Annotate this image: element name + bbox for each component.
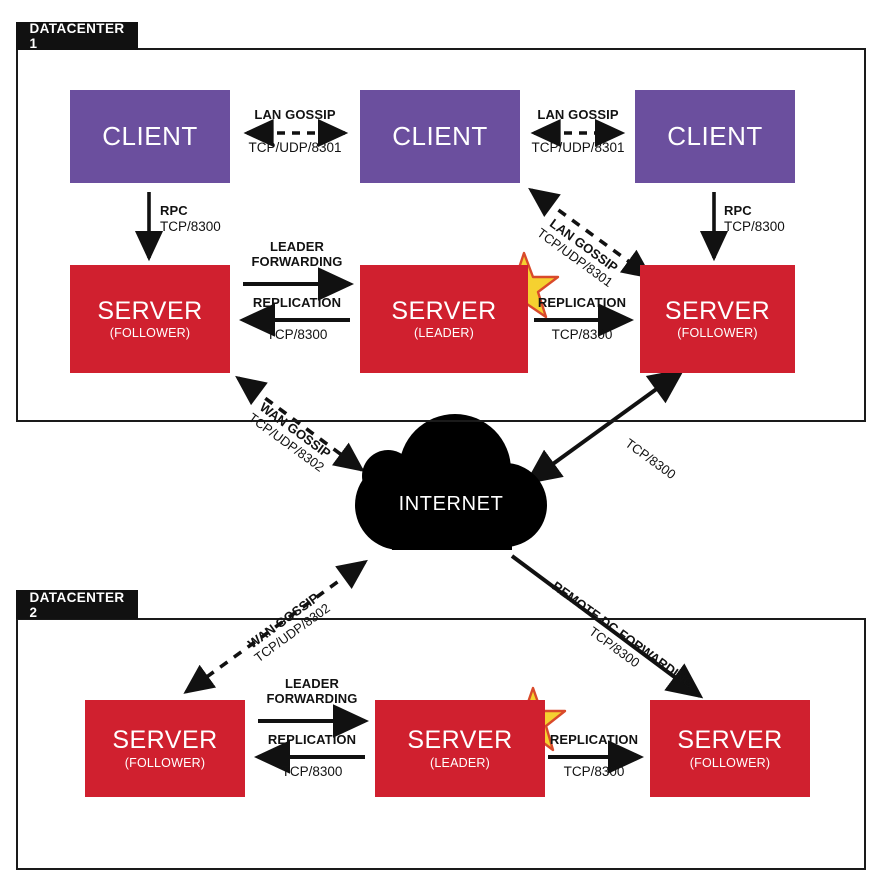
edge-name-line-1: LEADER bbox=[269, 239, 325, 254]
edge-name: LAN GOSSIP bbox=[537, 107, 619, 122]
edge-name: REPLICATION bbox=[267, 732, 357, 747]
node-dc1-client-2[interactable]: CLIENT bbox=[360, 90, 520, 183]
node-subtitle: (FOLLOWER) bbox=[677, 326, 758, 341]
label-dc1-replication-left-port: TCP/8300 bbox=[232, 327, 362, 342]
label-dc1-rpc-left: RPC TCP/8300 bbox=[160, 203, 250, 234]
label-dc1-rpc-right: RPC TCP/8300 bbox=[724, 203, 814, 234]
label-dc2-replication-right: REPLICATION bbox=[531, 732, 657, 748]
edge-port: TCP/8300 bbox=[266, 327, 328, 342]
edge-name: RPC bbox=[160, 203, 188, 218]
label-dc2-replication-left: REPLICATION bbox=[247, 732, 377, 748]
diagram-canvas: DATACENTER 1 DATACENTER 2 CLIENT CLIENT … bbox=[0, 0, 885, 889]
node-title: SERVER bbox=[664, 296, 771, 325]
node-title: SERVER bbox=[97, 296, 203, 325]
node-dc2-server-follower-left[interactable]: SERVER (FOLLOWER) bbox=[85, 700, 245, 797]
edge-name: LAN GOSSIP bbox=[254, 107, 336, 122]
node-title: SERVER bbox=[112, 726, 218, 755]
label-dc2-leader-forwarding: LEADER FORWARDING bbox=[247, 676, 377, 706]
node-dc1-client-1[interactable]: CLIENT bbox=[70, 90, 230, 183]
node-dc1-server-leader[interactable]: SERVER (LEADER) bbox=[360, 265, 528, 373]
label-dc2-replication-left-port: TCP/8300 bbox=[247, 764, 377, 779]
node-subtitle: (FOLLOWER) bbox=[124, 755, 206, 770]
label-dc1-leader-forwarding: LEADER FORWARDING bbox=[232, 239, 362, 269]
label-dc1-lan-gossip-left-port: TCP/UDP/8301 bbox=[230, 140, 360, 155]
node-title: CLIENT bbox=[392, 120, 488, 151]
node-title: CLIENT bbox=[667, 120, 763, 151]
edge-port: TCP/8300 bbox=[281, 764, 343, 779]
edge-port: TCP/UDP/8301 bbox=[531, 140, 625, 155]
node-subtitle: (LEADER) bbox=[414, 326, 474, 341]
datacenter-1-label-text: DATACENTER 1 bbox=[29, 21, 125, 51]
edge-port: TCP/8300 bbox=[160, 218, 221, 234]
node-dc1-server-follower-right[interactable]: SERVER (FOLLOWER) bbox=[640, 265, 795, 373]
edge-port: TCP/8300 bbox=[551, 327, 613, 342]
label-dc1-lan-gossip-right: LAN GOSSIP bbox=[513, 107, 643, 123]
edge-name: RPC bbox=[724, 203, 752, 218]
node-title: CLIENT bbox=[102, 120, 198, 151]
label-dc1-replication-left: REPLICATION bbox=[232, 295, 362, 311]
edge-port: TCP/UDP/8301 bbox=[248, 140, 342, 155]
label-dc1-lan-gossip-left: LAN GOSSIP bbox=[230, 107, 360, 123]
label-dc2-replication-right-port: TCP/8300 bbox=[531, 764, 657, 779]
datacenter-2-label-text: DATACENTER 2 bbox=[29, 589, 125, 620]
node-subtitle: (FOLLOWER) bbox=[689, 755, 771, 770]
edge-port: TCP/8300 bbox=[563, 764, 625, 779]
cloud-label-text: INTERNET bbox=[398, 493, 504, 515]
node-title: SERVER bbox=[407, 726, 513, 755]
datacenter-2-label: DATACENTER 2 bbox=[16, 589, 138, 620]
datacenter-1-label: DATACENTER 1 bbox=[16, 21, 138, 51]
edge-name: REPLICATION bbox=[549, 732, 639, 747]
edge-name: REPLICATION bbox=[252, 295, 342, 310]
node-subtitle: (FOLLOWER) bbox=[109, 326, 191, 341]
node-dc2-server-follower-right[interactable]: SERVER (FOLLOWER) bbox=[650, 700, 810, 797]
cloud-label: INTERNET bbox=[386, 493, 516, 516]
node-dc1-client-3[interactable]: CLIENT bbox=[635, 90, 795, 183]
node-title: SERVER bbox=[677, 726, 783, 755]
edge-port: TCP/8300 bbox=[724, 218, 785, 234]
node-subtitle: (LEADER) bbox=[430, 755, 490, 770]
cloud-icon bbox=[355, 414, 547, 550]
node-dc2-server-leader[interactable]: SERVER (LEADER) bbox=[375, 700, 545, 797]
label-dc1-lan-gossip-right-port: TCP/UDP/8301 bbox=[513, 140, 643, 155]
node-dc1-server-follower-left[interactable]: SERVER (FOLLOWER) bbox=[70, 265, 230, 373]
edge-name-line-1: LEADER bbox=[284, 676, 340, 691]
node-title: SERVER bbox=[391, 296, 497, 325]
edge-name-line-2: FORWARDING bbox=[251, 253, 343, 269]
label-dc1-replication-right-port: TCP/8300 bbox=[519, 327, 645, 342]
edge-name-line-2: FORWARDING bbox=[266, 690, 358, 706]
